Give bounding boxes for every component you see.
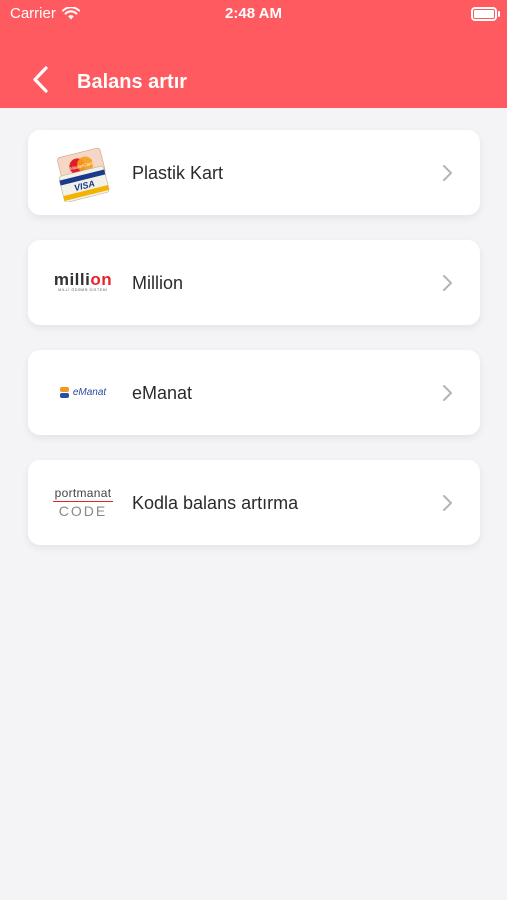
emanat-wordmark: eManat bbox=[72, 387, 107, 398]
chevron-left-icon bbox=[33, 66, 48, 93]
header: Carrier 2:48 AM Balans artır bbox=[0, 0, 507, 108]
portmanat-code-text: CODE bbox=[58, 503, 108, 519]
emanat-logo: eManat bbox=[50, 364, 116, 421]
back-button[interactable] bbox=[24, 62, 60, 98]
payment-method-million[interactable]: million MİLLİ ÖDƏMƏ SİSTEMİ Million bbox=[28, 240, 480, 325]
payment-method-plastik-kart[interactable]: MasterCard VISA Plastik Kart bbox=[28, 130, 480, 215]
portmanat-code-logo: portmanat CODE bbox=[50, 474, 116, 531]
nav-bar: Balans artır bbox=[0, 56, 507, 108]
payment-method-label: eManat bbox=[132, 383, 193, 403]
status-bar: Carrier 2:48 AM bbox=[0, 0, 507, 28]
portmanat-wordmark: portmanat bbox=[54, 486, 112, 500]
million-logo: million MİLLİ ÖDƏMƏ SİSTEMİ bbox=[50, 254, 116, 311]
status-time: 2:48 AM bbox=[225, 5, 282, 22]
portmanat-divider bbox=[53, 501, 113, 502]
card-logos-icon: MasterCard VISA bbox=[50, 144, 116, 202]
chevron-right-icon bbox=[443, 165, 452, 181]
million-on: on bbox=[90, 270, 113, 289]
payment-method-kodla-balans[interactable]: portmanat CODE Kodla balans artırma bbox=[28, 460, 480, 545]
chevron-right-icon bbox=[443, 275, 452, 291]
battery-icon bbox=[471, 7, 500, 21]
payment-method-label: Kodla balans artırma bbox=[132, 493, 299, 513]
chevron-right-icon bbox=[443, 385, 452, 401]
payment-method-label: Plastik Kart bbox=[132, 163, 224, 183]
million-word: milli bbox=[53, 270, 91, 289]
emanat-mark-icon bbox=[59, 386, 69, 398]
page-title: Balans artır bbox=[77, 71, 188, 93]
million-tagline: MİLLİ ÖDƏMƏ SİSTEMİ bbox=[58, 288, 108, 292]
chevron-right-icon bbox=[443, 495, 452, 511]
payment-methods-list: MasterCard VISA Plastik Kart million MİL… bbox=[28, 130, 480, 570]
payment-method-emanat[interactable]: eManat eManat bbox=[28, 350, 480, 435]
payment-method-label: Million bbox=[132, 273, 184, 293]
